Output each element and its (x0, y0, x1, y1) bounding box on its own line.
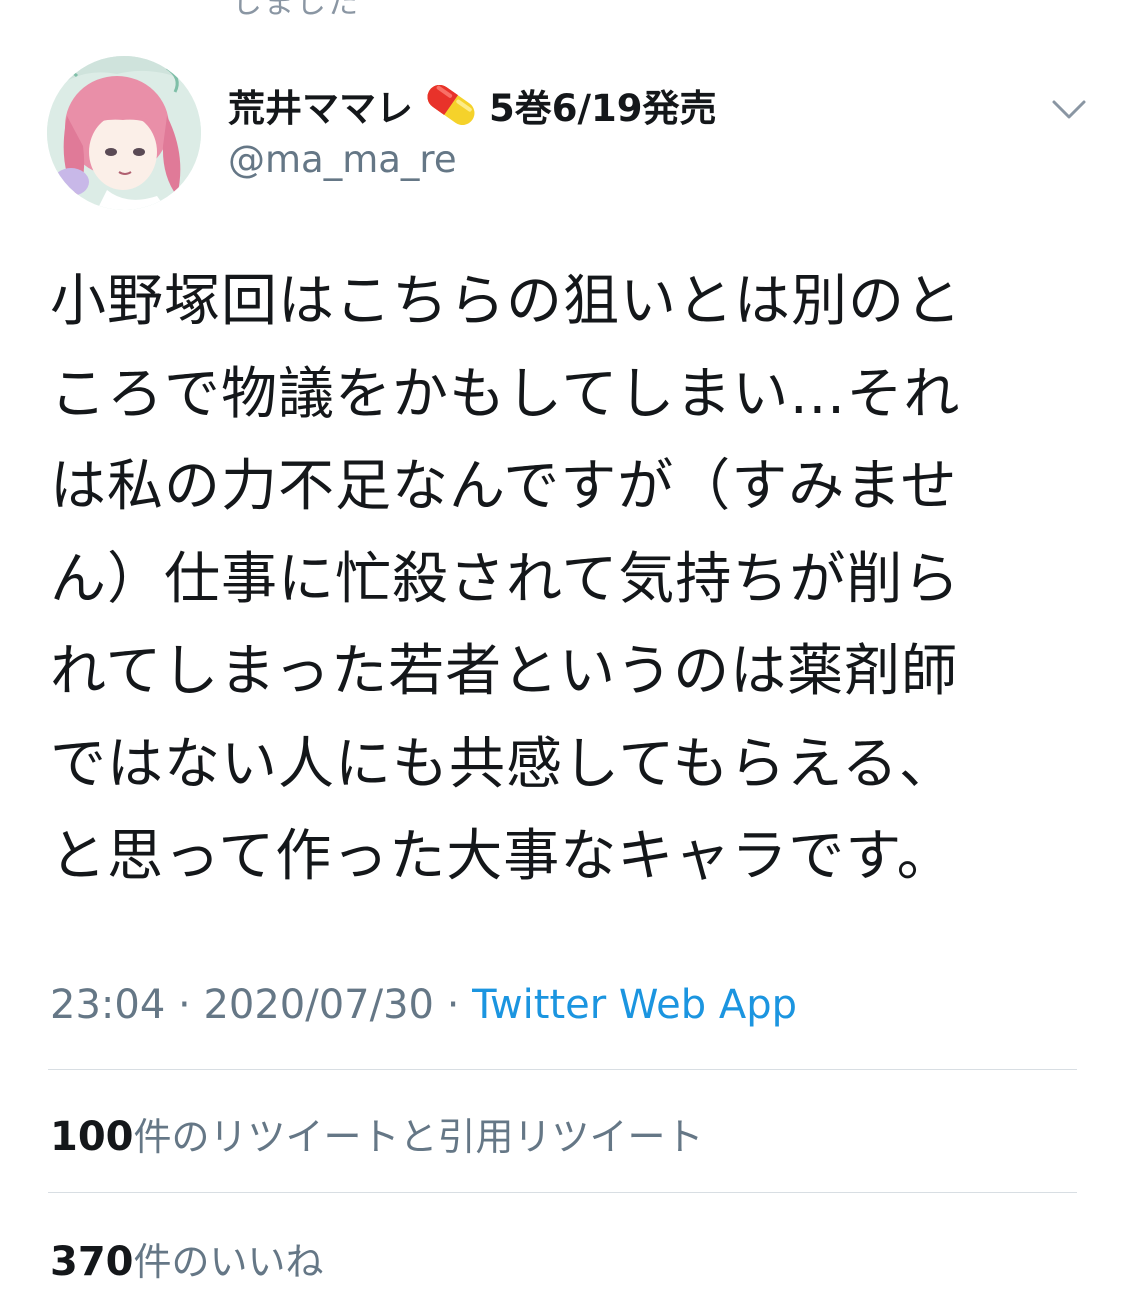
pill-icon (419, 81, 483, 129)
divider (48, 1069, 1077, 1070)
avatar-illustration (47, 56, 201, 210)
tweet-text-line: は私の力不足なんですが（すみませ (50, 454, 958, 519)
display-name-suffix: 5巻6/19発売 (489, 87, 717, 130)
tweet-meta: 23:04 · 2020/07/30 · Twitter Web App (50, 982, 797, 1028)
meta-separator: · (165, 982, 204, 1028)
author-names: 荒井ママレ 5巻6/19発売 @ma_ma_re (228, 78, 717, 181)
meta-separator: · (433, 982, 473, 1028)
likes-count: 370 (50, 1239, 134, 1285)
tweet-header: 荒井ママレ 5巻6/19発売 @ma_ma_re (47, 56, 1087, 210)
retweets-stat[interactable]: 100件のリツイートと引用リツイート (50, 1106, 704, 1161)
tweet-text-line: ではない人にも共感してもらえる、 (50, 731, 956, 797)
avatar[interactable] (47, 56, 201, 210)
tweet-time: 23:04 (50, 982, 166, 1028)
tweet-text-line: れてしまった若者というのは薬剤師 (50, 639, 959, 704)
chevron-down-icon[interactable] (1051, 98, 1087, 122)
divider (48, 1192, 1077, 1193)
likes-stat[interactable]: 370件のいいね (50, 1231, 324, 1286)
display-name[interactable]: 荒井ママレ 5巻6/19発売 (228, 78, 717, 132)
likes-label: 件のいいね (133, 1240, 324, 1284)
display-name-prefix: 荒井ママレ (228, 87, 413, 130)
tweet-text-line: ん）仕事に忙殺されて気持ちが削ら (50, 546, 961, 612)
previous-tweet-cutoff-text: しました (232, 0, 360, 21)
retweets-label: 件のリツイートと引用リツイート (133, 1115, 704, 1159)
handle[interactable]: @ma_ma_re (228, 138, 717, 181)
tweet-text-line: ころで物議をかもしてしまい…それ (50, 361, 961, 427)
tweet-text-line: と思って作った大事なキャラです。 (50, 824, 954, 889)
tweet-text-line: 小野塚回はこちらの狙いとは別のと (50, 269, 962, 334)
tweet-date: 2020/07/30 (203, 982, 434, 1028)
retweets-count: 100 (50, 1114, 134, 1160)
tweet-text: 小野塚回はこちらの狙いとは別のと ころで物議をかもしてしまい…それ は私の力不足… (50, 256, 1060, 904)
tweet-source-link[interactable]: Twitter Web App (472, 982, 797, 1028)
